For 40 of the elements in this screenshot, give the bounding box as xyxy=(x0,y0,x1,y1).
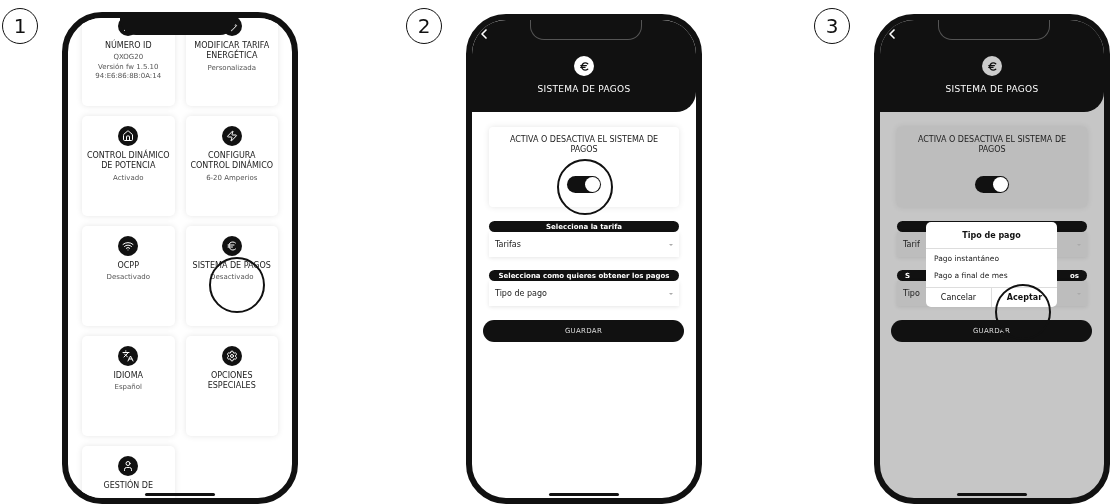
home-indicator xyxy=(145,493,215,496)
home-indicator xyxy=(957,493,1027,496)
card-title: OPCIONES ESPECIALES xyxy=(206,371,257,392)
lightning-bolt-icon xyxy=(221,126,242,146)
cancel-button[interactable]: Cancelar xyxy=(926,288,991,307)
dropdown-field[interactable]: Tarifas xyxy=(489,232,679,257)
screen-title: SISTEMA DE PAGOS xyxy=(945,84,1039,94)
translate-icon xyxy=(118,346,139,366)
card-title: CONTROL DINÁMICO DE POTENCIA xyxy=(85,151,171,172)
euro-icon xyxy=(982,56,1002,76)
card-title: NÚMERO ID xyxy=(103,41,153,52)
screen-title: SISTEMA DE PAGOS xyxy=(537,84,631,94)
dropdown-value: Tipo xyxy=(903,289,920,298)
euro-icon xyxy=(574,56,594,76)
home-indicator xyxy=(549,493,619,496)
card-title: CONFIGURA CONTROL DINÁMICO xyxy=(189,151,275,172)
dropdown-field[interactable]: Tipo de pago xyxy=(489,281,679,306)
card-title: OCPP xyxy=(116,261,140,272)
settings-card[interactable]: GESTIÓN DE xyxy=(82,446,175,498)
euro-icon xyxy=(221,236,242,256)
dropdown-value: Tipo de pago xyxy=(495,289,547,298)
tap-indicator-ring xyxy=(557,159,613,215)
card-title: MODIFICAR TARIFA ENERGÉTICA xyxy=(193,41,271,62)
user-icon xyxy=(118,456,139,476)
dialog-title: Tipo de pago xyxy=(926,222,1057,249)
caret-icon xyxy=(669,243,673,246)
dropdown-value: Tarifas xyxy=(495,240,521,249)
card-title: GESTIÓN DE xyxy=(102,481,155,492)
toggle-switch[interactable] xyxy=(567,176,601,193)
house-icon xyxy=(118,126,139,146)
toggle-label: ACTIVA O DESACTIVA EL SISTEMA DE PAGOS xyxy=(916,135,1068,155)
caret-icon xyxy=(669,292,673,295)
settings-card[interactable]: OPCIONES ESPECIALES xyxy=(185,336,278,436)
dropdown-value: Tarif xyxy=(903,240,920,249)
toggle-label: ACTIVA O DESACTIVA EL SISTEMA DE PAGOS xyxy=(508,135,660,155)
card-title: IDIOMA xyxy=(112,371,145,382)
toggle-switch[interactable] xyxy=(975,176,1009,193)
accept-button[interactable]: Aceptar xyxy=(991,288,1057,307)
wifi-icon xyxy=(118,236,139,256)
gear-icon xyxy=(221,346,242,366)
